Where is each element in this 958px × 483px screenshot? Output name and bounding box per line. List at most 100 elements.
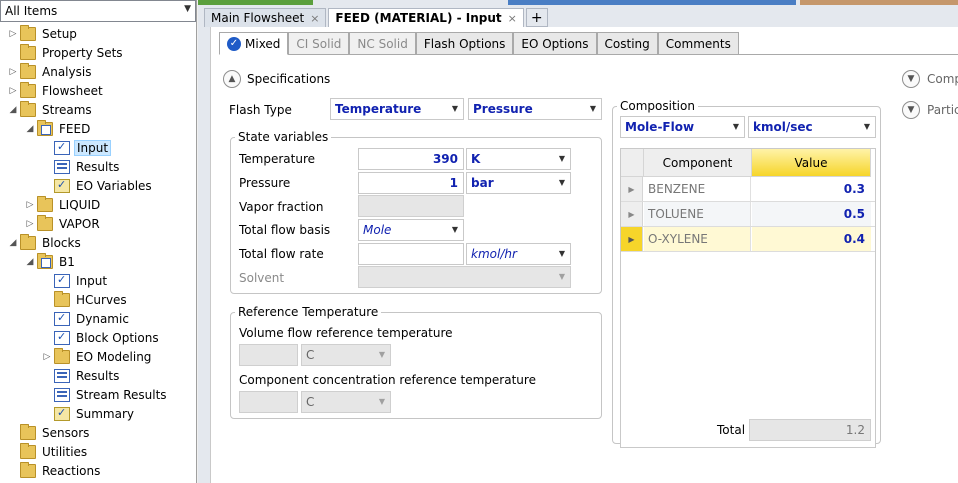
main-area: Main Flowsheet × FEED (MATERIAL) - Input… [198, 0, 958, 483]
total-flow-rate-unit-select[interactable]: kmol/hr ▼ [466, 243, 571, 265]
collapse-icon[interactable]: ◢ [23, 124, 37, 134]
tree-item[interactable]: Reactions [6, 461, 102, 480]
total-flow-basis-select[interactable]: Mole ▼ [358, 219, 464, 241]
component-cell[interactable]: O-XYLENE [644, 227, 751, 251]
collapse-icon[interactable]: ◢ [6, 238, 20, 248]
tree-item[interactable]: Summary [40, 404, 136, 423]
tree-item-label: Results [76, 159, 120, 174]
tree-item[interactable]: Dynamic [40, 309, 131, 328]
tree-item[interactable]: Utilities [6, 442, 89, 461]
tab-divider [219, 54, 958, 55]
tree-item[interactable]: ◢ Blocks [6, 233, 83, 252]
nav-view-selector[interactable]: All Items ▼ [0, 0, 196, 22]
temperature-input[interactable]: 390 [358, 148, 464, 170]
table-row[interactable]: ▶ TOLUENE 0.5 [621, 202, 875, 227]
tree-item[interactable]: ▷ VAPOR [23, 214, 102, 233]
tree-item[interactable]: Input [40, 271, 109, 290]
row-selector-icon[interactable]: ▶ [621, 177, 643, 201]
composition-unit-value: kmol/sec [753, 120, 813, 134]
close-icon[interactable]: × [508, 12, 517, 25]
table-row[interactable]: ▶ BENZENE 0.3 [621, 177, 875, 202]
tree-item-label: HCurves [76, 292, 127, 307]
expand-icon[interactable]: ▷ [6, 86, 20, 96]
temperature-unit-select[interactable]: K ▼ [466, 148, 571, 170]
volume-ref-temp-input [239, 344, 298, 366]
tree-item[interactable]: ▷ Flowsheet [6, 81, 105, 100]
component-column-header[interactable]: Component [644, 149, 752, 177]
tree-item[interactable]: Block Options [40, 328, 161, 347]
form-check-icon [54, 273, 70, 288]
close-icon[interactable]: × [310, 12, 319, 25]
tree-item[interactable]: Input [40, 138, 112, 157]
tree-item[interactable]: Results [40, 157, 121, 176]
composition-grid[interactable]: Component Value ▶ BENZENE 0.3 ▶ TOLUENE 0.5 ▶ O… [620, 148, 876, 448]
total-flow-rate-input[interactable] [358, 243, 464, 265]
pressure-input[interactable]: 1 [358, 172, 464, 194]
expand-icon[interactable]: ▷ [23, 200, 37, 210]
tab-feed-input[interactable]: FEED (MATERIAL) - Input × [328, 8, 524, 27]
value-cell[interactable]: 0.5 [752, 202, 871, 226]
expand-partic-button[interactable]: ▼ [902, 101, 920, 119]
tree-item[interactable]: ▷ Analysis [6, 62, 93, 81]
tree-item[interactable]: Property Sets [6, 43, 125, 62]
tree-item[interactable]: ▷ EO Modeling [40, 347, 153, 366]
tree-item[interactable]: HCurves [40, 290, 129, 309]
collapse-specifications-button[interactable]: ▲ [223, 70, 241, 88]
total-flow-basis-label: Total flow basis [239, 223, 331, 237]
tab-comments[interactable]: Comments [657, 32, 739, 54]
tree-item-label: Sensors [42, 425, 90, 440]
form-check-icon [54, 330, 70, 345]
tab-eo-options[interactable]: EO Options [513, 32, 597, 54]
folder-icon [54, 290, 70, 307]
flash-type-2-select[interactable]: Pressure ▼ [468, 98, 602, 120]
tree-item[interactable]: ◢ FEED [23, 119, 92, 138]
expand-icon[interactable]: ▷ [40, 352, 54, 362]
composition-unit-select[interactable]: kmol/sec ▼ [748, 116, 876, 138]
value-cell[interactable]: 0.3 [752, 177, 871, 201]
composition-basis-select[interactable]: Mole-Flow ▼ [620, 116, 745, 138]
tab-costing[interactable]: Costing [596, 32, 658, 54]
folder-icon [20, 81, 36, 98]
tree-item-label: VAPOR [59, 216, 100, 231]
value-column-header[interactable]: Value [752, 149, 871, 177]
component-ref-temp-unit-value: C [306, 395, 315, 409]
add-tab-button[interactable]: + [525, 8, 548, 27]
tree-item[interactable]: ◢ Streams [6, 100, 94, 119]
collapse-icon[interactable]: ◢ [23, 257, 37, 267]
pressure-unit-value: bar [471, 176, 494, 190]
tree-item[interactable]: Sensors [6, 423, 91, 442]
folder-icon [20, 442, 36, 459]
component-cell[interactable]: BENZENE [644, 177, 751, 201]
tab-flash-options[interactable]: Flash Options [415, 32, 514, 54]
tab-mixed[interactable]: ✓ Mixed [219, 32, 289, 55]
tab-nc-solid[interactable]: NC Solid [349, 32, 416, 54]
tree-item[interactable]: ▷ Setup [6, 24, 79, 43]
row-selector-icon[interactable]: ▶ [621, 202, 643, 226]
tree-item[interactable]: ◢ B1 [23, 252, 77, 271]
tree-item[interactable]: Stream Results [40, 385, 169, 404]
tab-ci-solid[interactable]: CI Solid [288, 32, 350, 54]
tree-item[interactable]: EO Variables [40, 176, 154, 195]
expand-icon[interactable]: ▷ [23, 219, 37, 229]
expand-icon[interactable]: ▷ [6, 67, 20, 77]
temperature-unit-value: K [471, 152, 481, 166]
row-selector-icon[interactable]: ▶ [621, 227, 643, 251]
pressure-unit-select[interactable]: bar ▼ [466, 172, 571, 194]
collapse-icon[interactable]: ◢ [6, 105, 20, 115]
component-cell[interactable]: TOLUENE [644, 202, 751, 226]
total-flow-basis-value: Mole [363, 223, 392, 237]
table-row[interactable]: ▶ O-XYLENE 0.4 [621, 227, 875, 252]
chevron-down-icon[interactable]: ▼ [184, 4, 191, 14]
tree-item-label: Blocks [42, 235, 81, 250]
chevron-down-icon: ▼ [907, 74, 915, 84]
tree-item[interactable]: Results [40, 366, 121, 385]
flash-type-1-select[interactable]: Temperature ▼ [330, 98, 464, 120]
expand-comp-button[interactable]: ▼ [902, 70, 920, 88]
specifications-header: Specifications [247, 72, 331, 86]
form-check-icon [54, 140, 70, 155]
tab-main-flowsheet[interactable]: Main Flowsheet × [204, 8, 327, 27]
value-cell[interactable]: 0.4 [752, 227, 871, 251]
expand-icon[interactable]: ▷ [6, 29, 20, 39]
tree-item-label: Summary [76, 406, 134, 421]
tree-item[interactable]: ▷ LIQUID [23, 195, 102, 214]
